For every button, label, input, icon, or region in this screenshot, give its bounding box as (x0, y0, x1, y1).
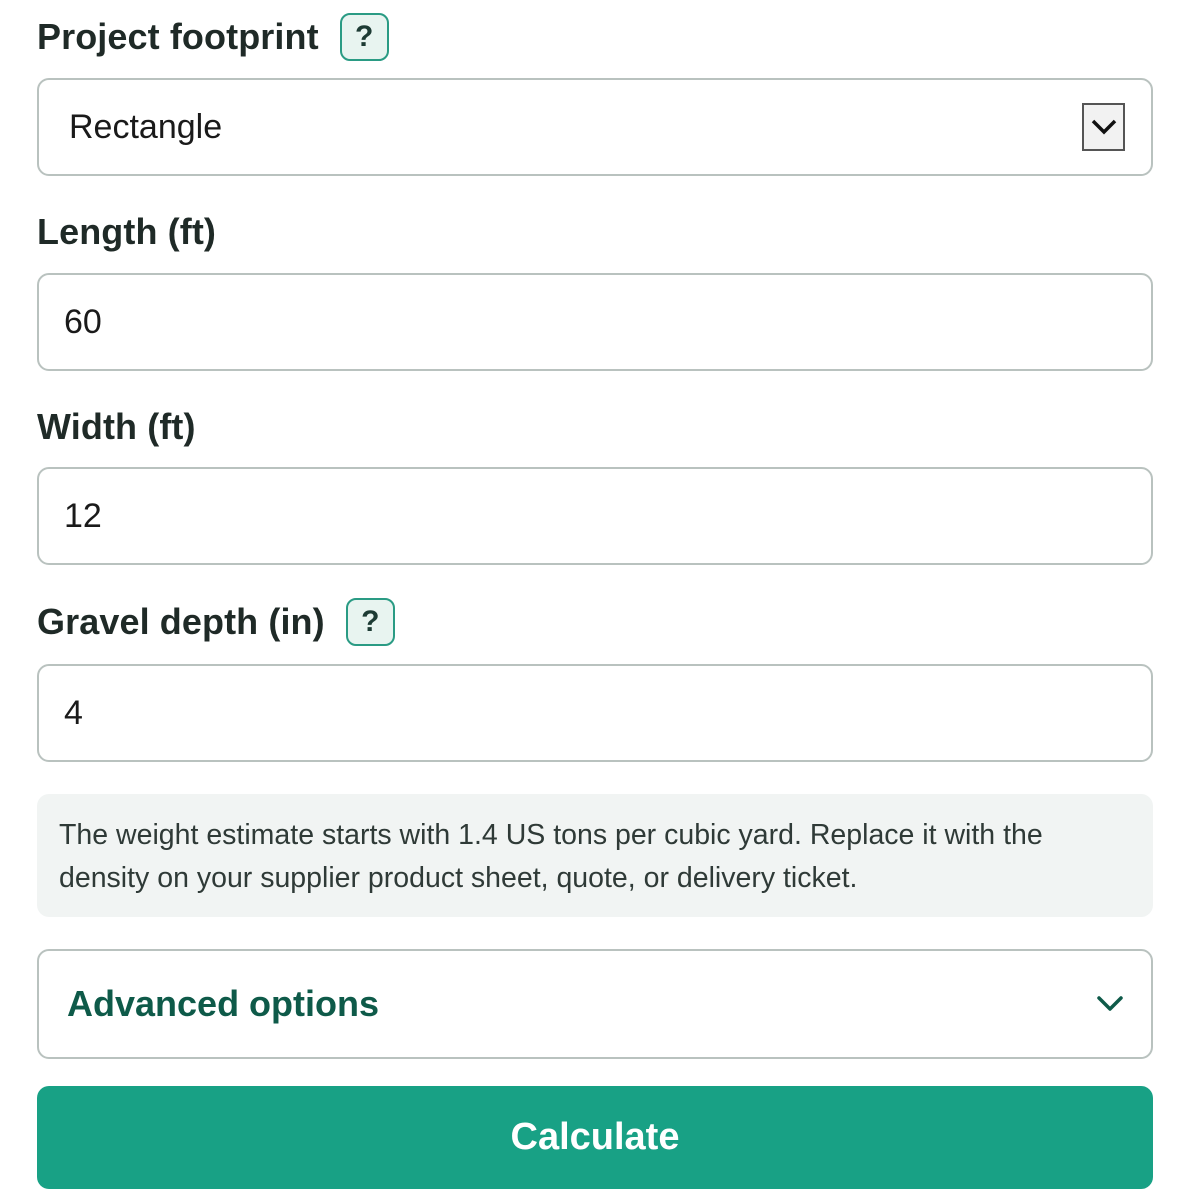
density-note-line2: density on your supplier product sheet, … (59, 862, 858, 894)
density-note: The weight estimate starts with 1.4 US t… (37, 794, 1153, 917)
depth-value: 4 (64, 693, 83, 732)
advanced-options-label: Advanced options (67, 983, 380, 1024)
length-label: Length (ft) (37, 211, 217, 252)
chevron-down-icon (1095, 994, 1125, 1014)
width-value: 12 (64, 496, 102, 535)
footprint-selected-value: Rectangle (69, 107, 223, 146)
length-input[interactable]: 60 (37, 273, 1153, 371)
width-label-row: Width (ft) (37, 406, 196, 447)
chevron-down-icon[interactable] (1082, 103, 1125, 151)
calculate-button[interactable]: Calculate (37, 1086, 1153, 1189)
depth-label: Gravel depth (in) (37, 601, 325, 642)
footprint-help-button[interactable]: ? (339, 13, 389, 61)
footprint-label-row: Project footprint ? (37, 13, 389, 61)
width-input[interactable]: 12 (37, 467, 1153, 565)
footprint-select[interactable]: Rectangle (37, 78, 1153, 176)
length-label-row: Length (ft) (37, 211, 217, 252)
depth-input[interactable]: 4 (37, 664, 1153, 762)
depth-help-button[interactable]: ? (345, 598, 395, 646)
length-value: 60 (64, 302, 102, 341)
density-note-line1: The weight estimate starts with 1.4 US t… (59, 819, 1043, 851)
width-label: Width (ft) (37, 406, 196, 447)
advanced-options-toggle[interactable]: Advanced options (37, 949, 1153, 1059)
footprint-label: Project footprint (37, 16, 319, 57)
depth-label-row: Gravel depth (in) ? (37, 598, 395, 646)
